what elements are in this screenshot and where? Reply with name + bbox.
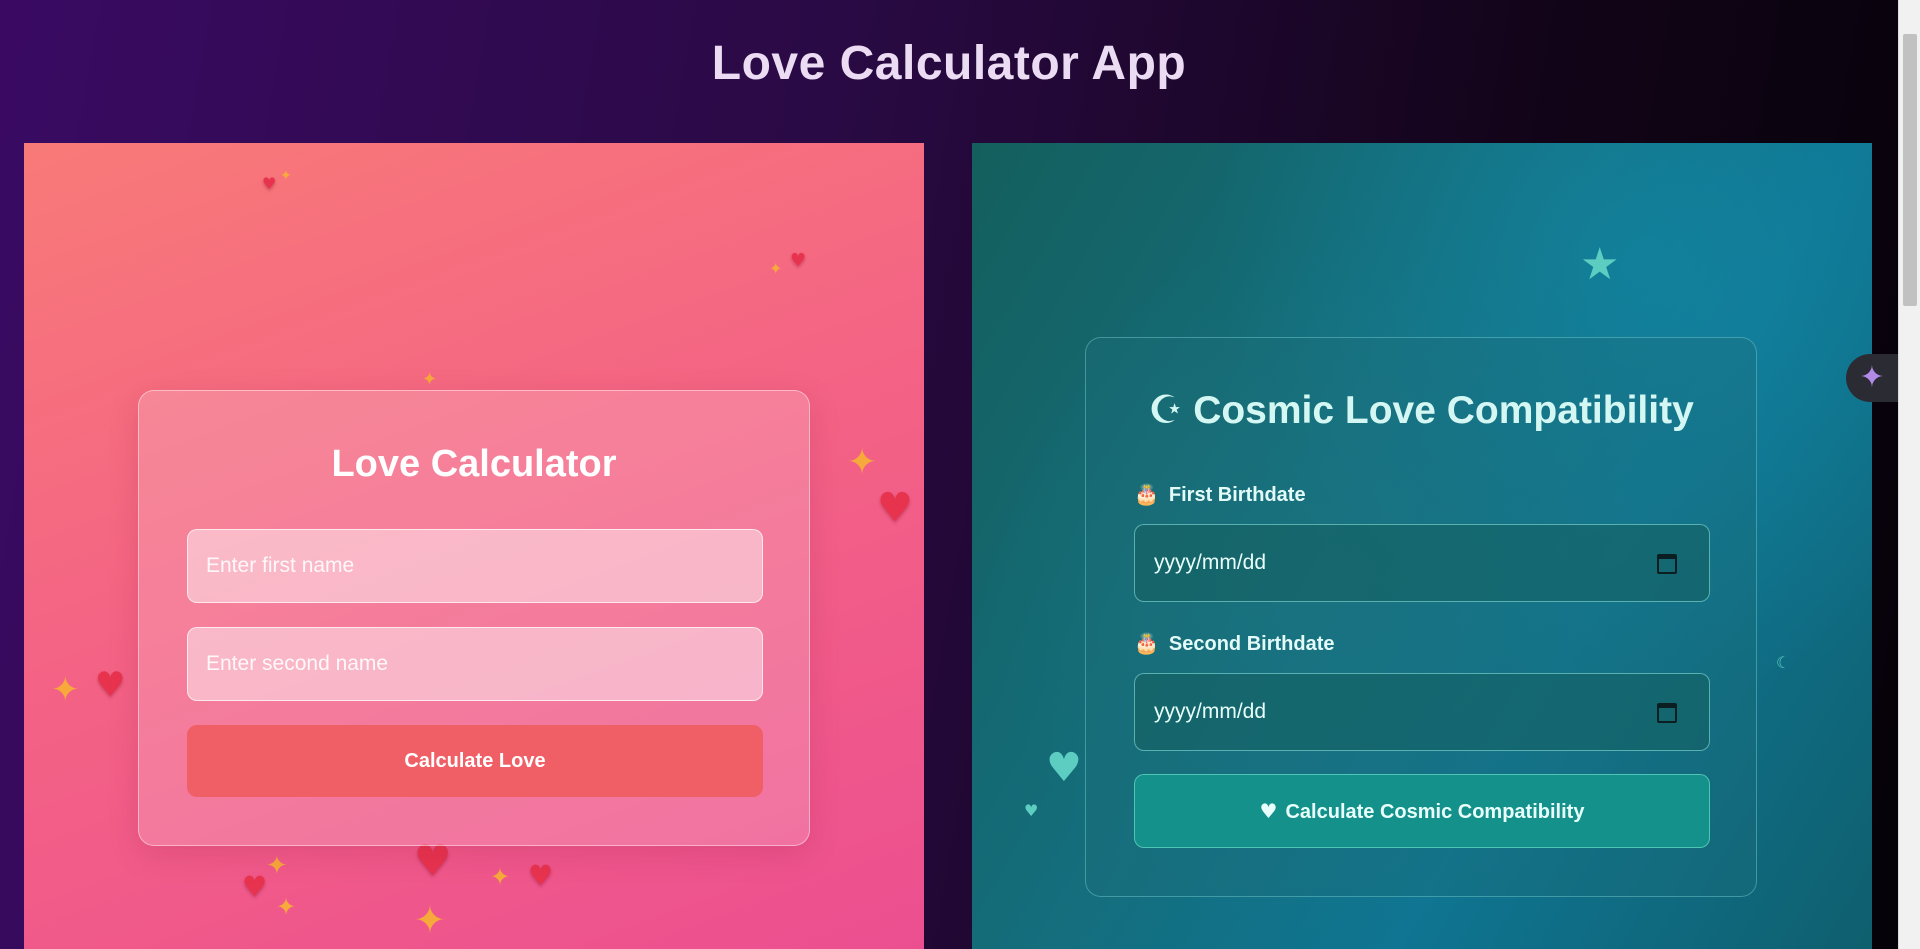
cake-icon: 🎂 bbox=[1134, 482, 1159, 506]
first-birthdate-value: yyyy/mm/dd bbox=[1154, 551, 1267, 574]
sparkle-decoration-icon: ✦ bbox=[422, 369, 438, 390]
moon-decoration-icon: ☾ bbox=[1776, 653, 1791, 672]
sparkle-decoration-icon: ✦ bbox=[769, 259, 783, 278]
sparkle-decoration-icon: ✦ bbox=[847, 442, 878, 483]
calculate-cosmic-button[interactable]: ♥ Calculate Cosmic Compatibility bbox=[1134, 774, 1710, 848]
love-calculator-card: Love Calculator Calculate Love bbox=[138, 390, 810, 846]
cosmic-compatibility-title: ☪ Cosmic Love Compatibility bbox=[1086, 388, 1756, 433]
star-decoration-icon: ★ bbox=[1580, 239, 1620, 290]
calculate-love-button[interactable]: Calculate Love bbox=[187, 725, 763, 797]
cosmic-compatibility-card: ☪ Cosmic Love Compatibility 🎂 First Birthd… bbox=[1085, 337, 1757, 897]
second-name-input[interactable] bbox=[187, 627, 763, 701]
cake-icon: 🎂 bbox=[1134, 631, 1159, 655]
first-birthdate-label-text: First Birthdate bbox=[1168, 484, 1306, 506]
calculate-cosmic-label: Calculate Cosmic Compatibility bbox=[1285, 800, 1585, 823]
second-birthdate-label: 🎂 Second Birthdate bbox=[1134, 631, 1334, 656]
heart-decoration-icon: ♥ bbox=[790, 250, 807, 271]
first-birthdate-input[interactable]: yyyy/mm/dd bbox=[1134, 524, 1710, 602]
cosmic-title-text: Cosmic Love Compatibility bbox=[1193, 389, 1694, 432]
calendar-icon[interactable] bbox=[1657, 554, 1677, 574]
heart-decoration-icon: ♥ bbox=[414, 836, 452, 885]
sparkle-decoration-icon: ✦ bbox=[490, 863, 511, 891]
heart-decoration-icon: ♥ bbox=[242, 870, 268, 903]
scrollbar-thumb[interactable] bbox=[1903, 34, 1917, 306]
love-calculator-panel: ♥ ✦ ✦ ♥ ✦ ✦ ♥ ✦ ♥ ♥ ✦ ♥ ✦ ✦ ♥ ✦ Love Cal… bbox=[24, 143, 924, 949]
app-title: Love Calculator App bbox=[711, 37, 1187, 90]
page-scrollbar[interactable] bbox=[1898, 0, 1920, 949]
calendar-icon[interactable] bbox=[1657, 703, 1677, 723]
heart-decoration-icon: ♥ bbox=[262, 174, 277, 193]
heart-decoration-icon: ♥ bbox=[95, 665, 126, 705]
moon-star-icon: ☪ bbox=[1148, 388, 1184, 433]
sparkle-decoration-icon: ✦ bbox=[280, 168, 292, 184]
heart-decoration-icon: ♥ bbox=[877, 485, 913, 531]
first-birthdate-label: 🎂 First Birthdate bbox=[1134, 482, 1306, 507]
sparkle-decoration-icon: ✦ bbox=[51, 670, 80, 710]
sparkle-decoration-icon: ✦ bbox=[276, 893, 297, 921]
second-birthdate-value: yyyy/mm/dd bbox=[1154, 700, 1267, 723]
heart-decoration-icon: ♥ bbox=[528, 859, 554, 892]
sparkle-decoration-icon: ✦ bbox=[414, 898, 446, 942]
assistant-sparkle-widget[interactable]: ✦ bbox=[1846, 354, 1898, 402]
second-birthdate-label-text: Second Birthdate bbox=[1168, 633, 1335, 655]
heart-icon: ♥ bbox=[1259, 798, 1278, 823]
second-birthdate-input[interactable]: yyyy/mm/dd bbox=[1134, 673, 1710, 751]
cosmic-compatibility-panel: ★ ☾ ♥ ♥ ☪ Cosmic Love Compatibility 🎂 Firs… bbox=[972, 143, 1872, 949]
love-calculator-title: Love Calculator bbox=[331, 443, 617, 485]
sparkle-decoration-icon: ✦ bbox=[266, 851, 288, 881]
first-name-input[interactable] bbox=[187, 529, 763, 603]
heart-decoration-icon: ♥ bbox=[1024, 801, 1039, 820]
heart-decoration-icon: ♥ bbox=[1046, 745, 1082, 791]
